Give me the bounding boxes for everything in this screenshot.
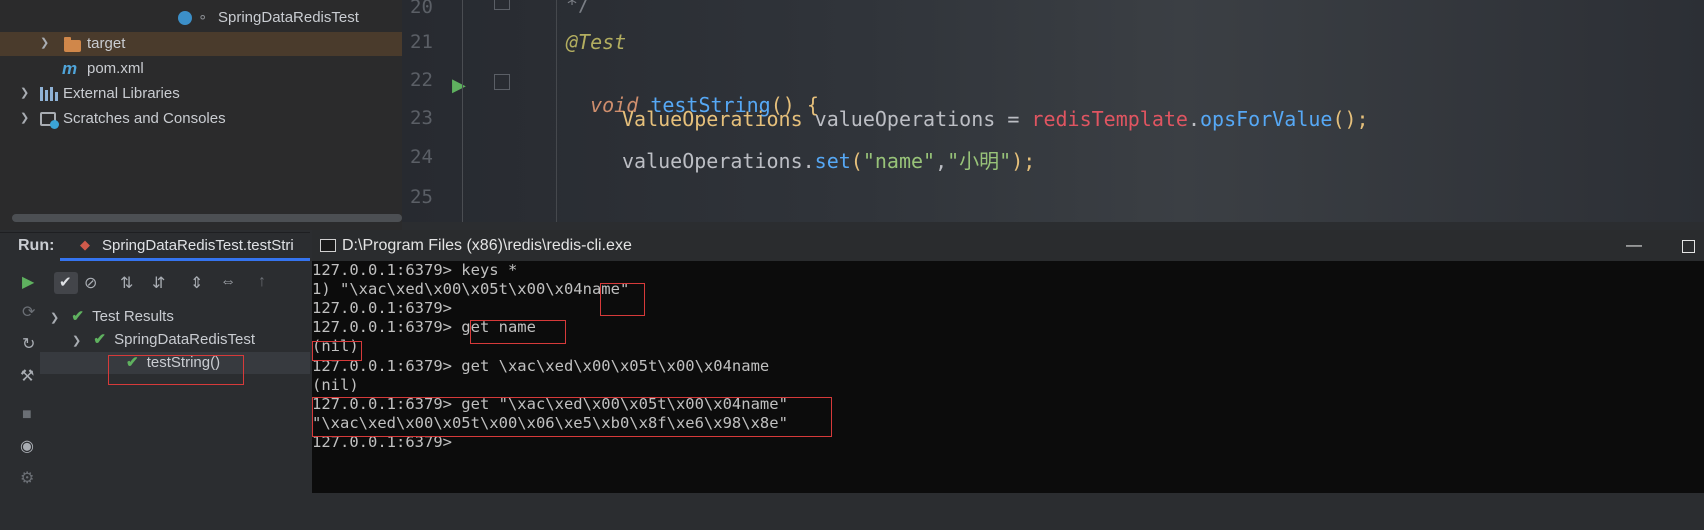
line-number: 23: [410, 107, 433, 129]
tree-item-springdataredistest[interactable]: ∘ SpringDataRedisTest: [0, 6, 402, 30]
console-line: 1) "\xac\xed\x00\x05t\x00\x04name": [312, 280, 630, 298]
tab-run-config[interactable]: ◆ SpringDataRedisTest.testStri: [60, 233, 310, 261]
run-test-icon[interactable]: ▶: [452, 75, 466, 96]
result-test-results[interactable]: ❯ ✔ Test Results: [50, 306, 174, 328]
code-call: set: [814, 149, 851, 173]
passed-icon: ✔: [71, 308, 84, 325]
code-dot: .: [802, 149, 815, 173]
code-punct: (: [850, 149, 863, 173]
test-config-icon: ◆: [80, 237, 90, 252]
console-output[interactable]: 127.0.0.1:6379> keys * 1) "\xac\xed\x00\…: [312, 261, 1704, 493]
minimize-icon[interactable]: —: [1626, 230, 1646, 261]
folder-icon: [64, 37, 81, 52]
camera-icon[interactable]: ◉: [20, 436, 34, 456]
code-line-23: ValueOperations valueOperations = redisT…: [622, 107, 1369, 131]
wrench-icon[interactable]: ⚒: [20, 366, 34, 386]
highlight-box: [470, 320, 566, 344]
code-string: "name": [862, 149, 936, 173]
test-class-icon: [178, 11, 192, 25]
sort-alpha-icon[interactable]: ⇅: [120, 273, 133, 293]
line-number: 21: [410, 31, 433, 53]
code-line-24: valueOperations.set("name","小明");: [622, 145, 1035, 174]
tree-item-label: SpringDataRedisTest: [218, 9, 359, 26]
dot-icon: ∘: [198, 9, 208, 26]
tab-label: SpringDataRedisTest.testStri: [102, 237, 294, 254]
console-titlebar: D:\Program Files (x86)\redis\redis-cli.e…: [312, 230, 1704, 261]
code-punct: ();: [1332, 107, 1369, 131]
console-app-icon: [320, 239, 336, 252]
highlight-box: [108, 355, 244, 385]
chevron-right-icon[interactable]: ❯: [40, 38, 50, 49]
toggle-autotest-icon[interactable]: ↻: [22, 334, 35, 354]
show-ignored-icon[interactable]: ⊘: [84, 273, 97, 293]
chevron-down-icon[interactable]: ❯: [50, 312, 59, 324]
console-title-text: D:\Program Files (x86)\redis\redis-cli.e…: [342, 237, 632, 254]
horizontal-scrollbar[interactable]: [12, 214, 402, 222]
collapse-all-icon[interactable]: ⇔: [220, 273, 236, 291]
line-number: 20: [410, 0, 433, 18]
code-operator: =: [995, 107, 1032, 131]
settings-gear-icon[interactable]: ⚙: [20, 468, 34, 488]
chevron-right-icon[interactable]: ❯: [20, 113, 30, 124]
result-label: SpringDataRedisTest: [114, 331, 256, 348]
tree-item-label: External Libraries: [63, 85, 180, 102]
highlight-box: [600, 283, 645, 316]
run-panel-header: Run: ◆ SpringDataRedisTest.testStri: [0, 232, 310, 261]
code-punct: );: [1011, 149, 1036, 173]
tree-item-label: Scratches and Consoles: [63, 110, 226, 127]
code-comment: */: [566, 0, 591, 16]
code-field: redisTemplate: [1031, 107, 1188, 131]
tree-item-target[interactable]: ❯ target: [0, 32, 402, 56]
maximize-icon[interactable]: [1682, 240, 1695, 253]
fold-icon[interactable]: [494, 74, 510, 90]
line-number: 24: [410, 146, 433, 168]
stop-icon[interactable]: ■: [22, 406, 32, 424]
code-call: opsForValue: [1200, 107, 1333, 131]
rerun-icon[interactable]: ▶: [22, 272, 34, 292]
chevron-right-icon[interactable]: ❯: [20, 88, 30, 99]
highlight-box: [312, 341, 362, 361]
scratches-icon: [40, 112, 59, 129]
code-variable: valueOperations: [622, 149, 803, 173]
code-annotation: @Test: [566, 30, 627, 54]
console-line: 127.0.0.1:6379>: [312, 299, 452, 317]
run-label: Run:: [18, 237, 55, 254]
highlight-box: [312, 397, 832, 437]
console-line: 127.0.0.1:6379> get \xac\xed\x00\x05t\x0…: [312, 357, 770, 375]
library-icon: [40, 87, 58, 101]
redis-cli-window[interactable]: D:\Program Files (x86)\redis\redis-cli.e…: [312, 230, 1704, 493]
code-variable: valueOperations: [814, 107, 996, 131]
code-type: ValueOperations: [622, 107, 803, 131]
console-line: (nil): [312, 376, 359, 394]
run-tools-panel: ▶ ⟳ ↻ ⚒ ■ ◉ ⚙ ✔ ⊘ ⇅ ⇵ ⇕ ⇔ ↑ ❯ ✔ Test Res…: [0, 262, 310, 530]
line-number: 25: [410, 186, 433, 208]
code-string: "小明": [947, 149, 1012, 173]
result-test-class[interactable]: ❯ ✔ SpringDataRedisTest: [72, 329, 255, 351]
code-punct: ,: [935, 149, 948, 173]
sort-duration-icon[interactable]: ⇵: [152, 273, 165, 293]
tree-item-label: target: [87, 35, 126, 52]
passed-icon: ✔: [93, 331, 106, 348]
rerun-failed-icon[interactable]: ⟳: [22, 302, 35, 322]
check-icon: ✔: [59, 274, 72, 291]
chevron-down-icon[interactable]: ❯: [72, 335, 81, 347]
arrow-up-icon[interactable]: ↑: [258, 273, 266, 291]
tree-item-label: pom.xml: [87, 60, 144, 77]
show-passed-button[interactable]: ✔: [54, 272, 78, 294]
line-number: 22: [410, 69, 433, 91]
project-tree: ∘ SpringDataRedisTest ❯ target m pom.xml…: [0, 0, 402, 230]
expand-all-icon[interactable]: ⇕: [190, 273, 203, 293]
fold-icon[interactable]: [494, 0, 510, 10]
console-line: 127.0.0.1:6379> keys *: [312, 261, 518, 279]
result-label: Test Results: [92, 308, 174, 325]
maven-icon: m: [62, 59, 78, 78]
code-dot: .: [1187, 107, 1201, 131]
